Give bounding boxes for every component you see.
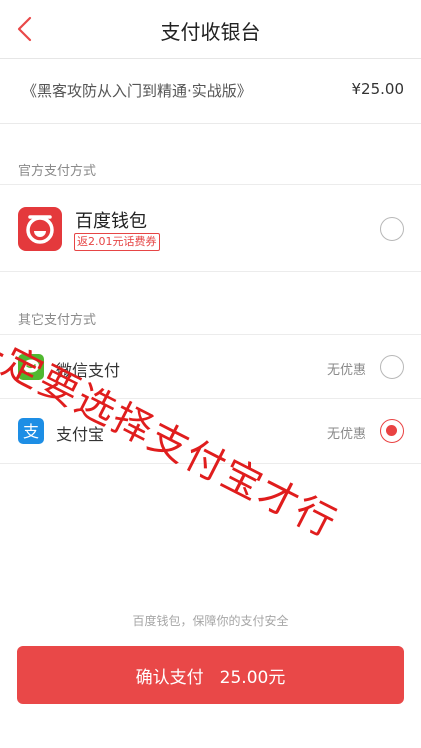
confirm-payment-button[interactable]: 确认支付 25.00元 bbox=[17, 646, 404, 704]
confirm-label: 确认支付 bbox=[135, 667, 204, 688]
baidu-wallet-label: 百度钱包 bbox=[75, 211, 147, 232]
payment-option-alipay[interactable]: 支 支付宝 无优惠 bbox=[0, 398, 421, 464]
wechat-pay-radio[interactable] bbox=[380, 355, 404, 379]
payment-option-baidu-wallet[interactable]: 百度钱包 返2.01元话费券 bbox=[0, 184, 421, 272]
other-section-label: 其它支付方式 bbox=[18, 313, 97, 328]
official-section-label: 官方支付方式 bbox=[18, 164, 97, 179]
wechat-discount-note: 无优惠 bbox=[326, 363, 366, 378]
top-bar: 支付收银台 bbox=[0, 0, 421, 59]
baidu-wallet-icon bbox=[18, 207, 62, 251]
payment-option-wechat[interactable]: 微信支付 无优惠 bbox=[0, 334, 421, 399]
order-summary: 《黑客攻防从入门到精通·实战版》 ¥25.00 bbox=[0, 59, 421, 124]
alipay-radio[interactable] bbox=[380, 419, 404, 443]
alipay-discount-note: 无优惠 bbox=[326, 427, 366, 442]
promo-badge: 返2.01元话费券 bbox=[74, 233, 160, 251]
security-note: 百度钱包，保障你的支付安全 bbox=[132, 614, 289, 628]
svg-text:支: 支 bbox=[23, 422, 39, 441]
baidu-wallet-radio[interactable] bbox=[380, 217, 404, 241]
alipay-label: 支付宝 bbox=[56, 425, 105, 444]
wechat-pay-icon bbox=[18, 354, 44, 380]
product-name: 《黑客攻防从入门到精通·实战版》 bbox=[22, 82, 252, 100]
confirm-amount: 25.00元 bbox=[219, 667, 286, 688]
alipay-icon: 支 bbox=[18, 418, 44, 444]
product-price: ¥25.00 bbox=[351, 80, 405, 98]
wechat-pay-label: 微信支付 bbox=[56, 361, 121, 380]
page-title: 支付收银台 bbox=[160, 20, 261, 44]
